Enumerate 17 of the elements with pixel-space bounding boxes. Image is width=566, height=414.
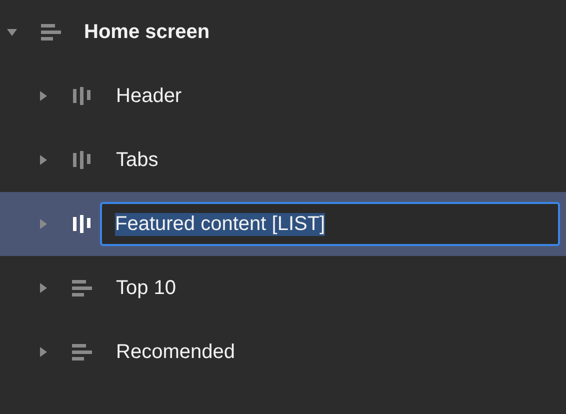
tree-item[interactable]: Top 10 [116,276,176,300]
rows-icon [40,23,62,41]
tree-item[interactable]: Recomended [116,340,235,364]
tree-item[interactable]: Tabs [116,148,158,172]
rows-icon [71,279,93,297]
tree-item[interactable]: Header [116,84,182,108]
columns-icon [71,215,93,233]
caret-right-icon[interactable] [38,283,48,293]
rename-field[interactable]: Featured content [LIST] [100,202,560,246]
tree-item[interactable]: Home screen [84,20,210,44]
caret-right-icon[interactable] [38,155,48,165]
columns-icon [71,87,93,105]
rows-icon [71,343,93,361]
caret-right-icon[interactable] [38,91,48,101]
caret-down-icon[interactable] [7,27,17,37]
caret-right-icon[interactable] [38,347,48,357]
columns-icon [71,151,93,169]
